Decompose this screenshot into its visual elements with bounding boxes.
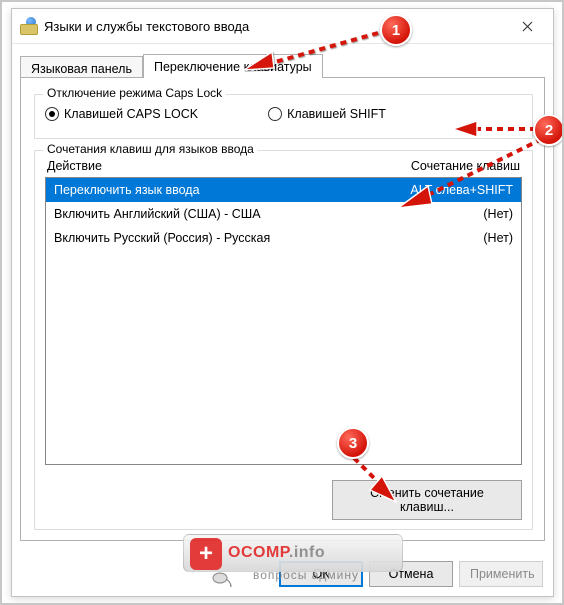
cancel-button[interactable]: Отмена (369, 561, 453, 587)
radio-dot-icon (268, 107, 282, 121)
change-hotkey-button[interactable]: Сменить сочетание клавиш... (332, 480, 522, 520)
radio-caps-lock[interactable]: Клавишей CAPS LOCK (45, 107, 198, 121)
list-item-keys: (Нет) (483, 229, 513, 247)
window-title: Языки и службы текстового ввода (44, 19, 505, 34)
tab-strip: Языковая панель Переключение клавиатуры … (12, 44, 553, 541)
dialog-buttons: ОК Отмена Применить (279, 561, 543, 587)
list-item-action: Включить Английский (США) - США (54, 205, 261, 223)
list-item[interactable]: Включить Английский (США) - США (Нет) (46, 202, 521, 226)
list-item[interactable]: Включить Русский (Россия) - Русская (Нет… (46, 226, 521, 250)
app-icon (20, 17, 38, 35)
group-hotkeys-legend: Сочетания клавиш для языков ввода (43, 142, 258, 156)
radio-dot-icon (45, 107, 59, 121)
apply-button[interactable]: Применить (459, 561, 543, 587)
list-item[interactable]: Переключить язык ввода ALT слева+SHIFT (46, 178, 521, 202)
radio-shift[interactable]: Клавишей SHIFT (268, 107, 386, 121)
tab-keyboard-switch[interactable]: Переключение клавиатуры (143, 54, 323, 78)
col-action: Действие (47, 159, 102, 173)
list-item-keys: ALT слева+SHIFT (410, 181, 513, 199)
group-hotkeys: Сочетания клавиш для языков ввода Действ… (34, 150, 533, 530)
radio-shift-label: Клавишей SHIFT (287, 107, 386, 121)
list-item-action: Включить Русский (Россия) - Русская (54, 229, 270, 247)
close-button[interactable] (505, 12, 549, 40)
tab-body: Отключение режима Caps Lock Клавишей CAP… (20, 77, 545, 541)
annotation-badge-1: 1 (380, 14, 412, 46)
group-caps-lock: Отключение режима Caps Lock Клавишей CAP… (34, 94, 533, 139)
titlebar: Языки и службы текстового ввода (12, 9, 553, 44)
close-icon (522, 21, 533, 32)
screenshot-canvas: Языки и службы текстового ввода Языковая… (0, 0, 564, 605)
col-keys: Сочетание клавиш (411, 159, 520, 173)
radio-caps-lock-label: Клавишей CAPS LOCK (64, 107, 198, 121)
annotation-badge-3: 3 (337, 427, 369, 459)
list-item-keys: (Нет) (483, 205, 513, 223)
hotkey-list[interactable]: Переключить язык ввода ALT слева+SHIFT В… (45, 177, 522, 465)
ok-button[interactable]: ОК (279, 561, 363, 587)
dialog-window: Языки и службы текстового ввода Языковая… (11, 8, 554, 597)
annotation-badge-2: 2 (533, 114, 564, 146)
list-item-action: Переключить язык ввода (54, 181, 200, 199)
group-caps-lock-legend: Отключение режима Caps Lock (43, 86, 226, 100)
